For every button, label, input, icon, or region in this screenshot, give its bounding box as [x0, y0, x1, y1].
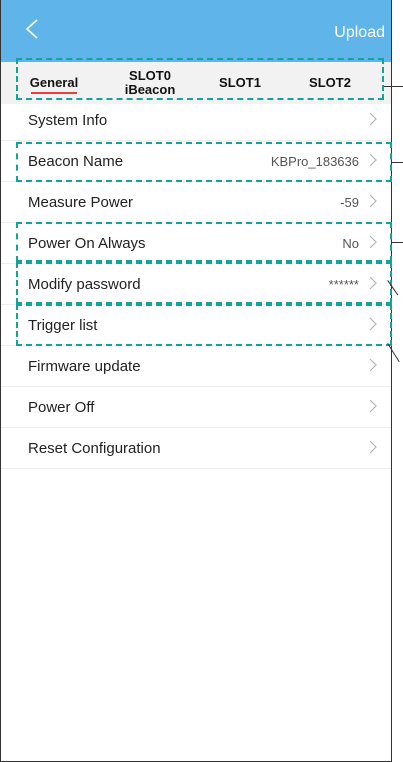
row-trigger-list[interactable]: Trigger list — [1, 305, 391, 346]
row-beacon-name[interactable]: Beacon Name KBPro_183636 — [1, 141, 391, 182]
row-label: Power On Always — [28, 235, 146, 252]
tab-slot2[interactable]: SLOT2 — [297, 62, 363, 104]
row-value: -59 — [340, 195, 359, 210]
tab-bar: General SLOT0 iBeacon SLOT1 SLOT2 — [1, 62, 391, 104]
row-label: Power Off — [28, 399, 95, 416]
tab-slot0[interactable]: SLOT0 iBeacon — [113, 62, 187, 104]
row-label: Reset Configuration — [28, 440, 161, 457]
chevron-right-icon — [369, 153, 379, 169]
chevron-right-icon — [369, 358, 379, 374]
callout-line — [384, 86, 403, 87]
row-measure-power[interactable]: Measure Power -59 — [1, 182, 391, 223]
phone-frame: Upload General SLOT0 iBeacon SLOT1 SLOT2… — [0, 0, 392, 762]
chevron-right-icon — [369, 235, 379, 251]
active-tab-indicator — [31, 92, 77, 94]
row-system-info[interactable]: System Info — [1, 100, 391, 141]
chevron-right-icon — [369, 112, 379, 128]
chevron-right-icon — [369, 317, 379, 333]
nav-bar: Upload — [1, 0, 391, 62]
row-firmware-update[interactable]: Firmware update — [1, 346, 391, 387]
tab-label: SLOT2 — [309, 75, 351, 90]
tab-slot1[interactable]: SLOT1 — [209, 62, 271, 104]
row-label: Firmware update — [28, 358, 141, 375]
row-label: Modify password — [28, 276, 141, 293]
chevron-left-icon — [25, 19, 38, 39]
upload-button[interactable]: Upload — [334, 24, 385, 42]
tab-label: General — [29, 75, 79, 90]
row-power-on-always[interactable]: Power On Always No — [1, 223, 391, 264]
chevron-right-icon — [369, 194, 379, 210]
tab-label-line2: iBeacon — [124, 82, 176, 97]
row-label: Measure Power — [28, 194, 134, 211]
row-power-off[interactable]: Power Off — [1, 387, 391, 428]
row-label: Trigger list — [28, 317, 98, 334]
row-label: System Info — [28, 112, 108, 129]
row-value: KBPro_183636 — [270, 154, 359, 169]
row-value: No — [342, 236, 359, 251]
chevron-right-icon — [369, 276, 379, 292]
tab-label: SLOT1 — [219, 75, 261, 90]
row-modify-password[interactable]: Modify password ****** — [1, 264, 391, 305]
chevron-right-icon — [369, 440, 379, 456]
back-button[interactable] — [25, 18, 49, 46]
row-value: ****** — [328, 277, 359, 292]
chevron-right-icon — [369, 399, 379, 415]
callout-line — [392, 162, 403, 163]
tab-general[interactable]: General — [21, 62, 87, 104]
tab-label-line1: SLOT0 — [129, 68, 171, 83]
row-reset-configuration[interactable]: Reset Configuration — [1, 428, 391, 469]
settings-list: System Info Beacon Name KBPro_183636 Mea… — [1, 100, 391, 469]
row-label: Beacon Name — [28, 153, 124, 170]
callout-line — [392, 242, 403, 243]
